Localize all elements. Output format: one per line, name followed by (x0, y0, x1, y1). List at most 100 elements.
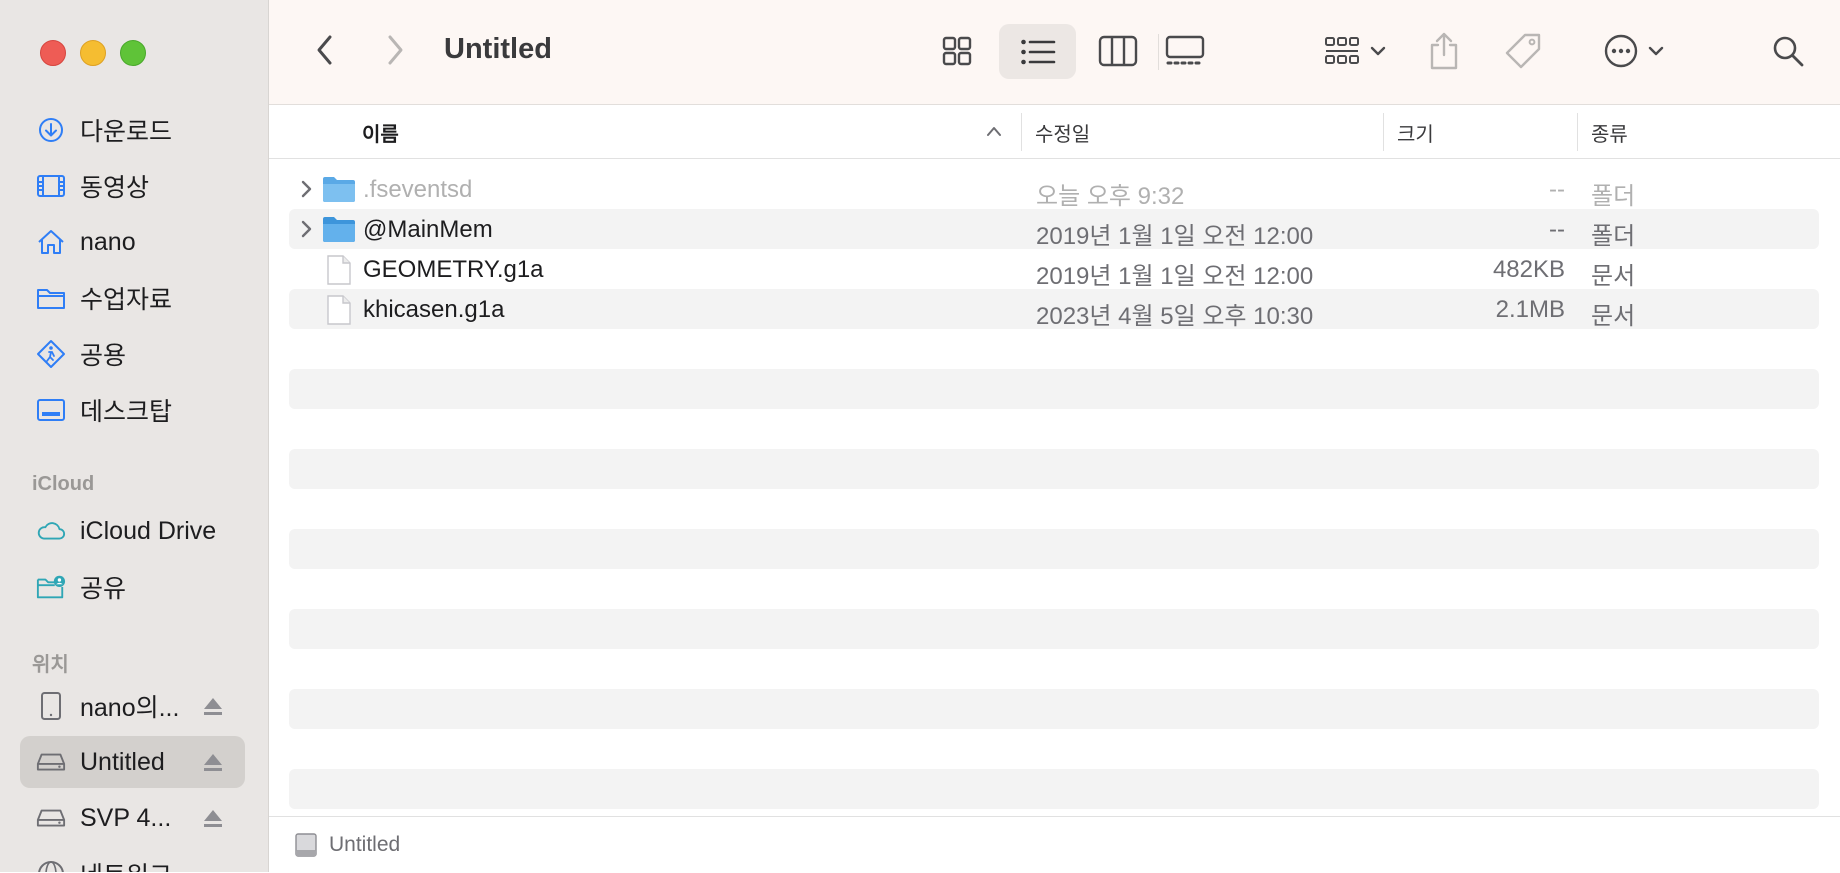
path-item[interactable]: Untitled (329, 833, 400, 857)
file-modified: 2019년 1월 1일 오전 12:00 (1036, 223, 1314, 250)
tag-button[interactable] (1495, 26, 1551, 76)
ellipsis-circle-icon (1604, 34, 1638, 68)
sidebar-item-network[interactable]: 네트워크 (20, 848, 245, 872)
sidebar-item-shared[interactable]: 공유 (20, 561, 245, 613)
eject-icon[interactable] (200, 693, 226, 719)
tag-icon (1505, 33, 1541, 69)
film-icon (36, 171, 66, 201)
file-modified: 오늘 오후 9:32 (1036, 183, 1185, 210)
sidebar-item-label: 공유 (80, 575, 127, 603)
minimize-window-button[interactable] (80, 40, 106, 66)
chevron-down-icon (1648, 46, 1664, 56)
document-icon (327, 255, 351, 285)
sidebar-item-downloads[interactable]: 다운로드 (20, 104, 245, 156)
empty-row (289, 689, 1819, 729)
sidebar-item-desktop[interactable]: 데스크탑 (20, 384, 245, 436)
empty-row (289, 769, 1819, 809)
file-row-khicasen[interactable]: khicasen.g1a 2023년 4월 5일 오후 10:30 2.1MB … (289, 289, 1819, 330)
sidebar-item-public[interactable]: 공용 (20, 328, 245, 380)
drive-icon (36, 747, 66, 777)
search-button[interactable] (1765, 28, 1811, 74)
download-icon (36, 115, 66, 145)
file-name: khicasen.g1a (363, 296, 505, 323)
document-icon (327, 295, 351, 325)
disclosure-chevron-icon[interactable] (299, 179, 313, 199)
folder-icon (323, 217, 355, 242)
back-button[interactable] (305, 30, 345, 70)
sidebar-item-ipad[interactable]: nano의... (20, 680, 245, 732)
column-size[interactable]: 크기 (1397, 118, 1434, 147)
group-by-button[interactable] (1315, 26, 1395, 76)
gallery-icon (1165, 35, 1205, 65)
sidebar-section-icloud: iCloud (32, 473, 95, 495)
sidebar-section-locations: 위치 (32, 654, 69, 676)
disclosure-chevron-icon[interactable] (299, 219, 313, 239)
folder-icon (36, 283, 66, 313)
column-separator[interactable] (1383, 113, 1384, 151)
column-kind[interactable]: 종류 (1591, 118, 1628, 147)
ipad-icon (36, 691, 66, 721)
sidebar-item-label: 네트워크 (80, 856, 172, 872)
sidebar-item-movies[interactable]: 동영상 (20, 160, 245, 212)
sidebar-item-label: SVP 4... (80, 803, 172, 832)
file-row-geometry[interactable]: GEOMETRY.g1a 2019년 1월 1일 오전 12:00 482KB … (289, 249, 1819, 290)
empty-row (289, 609, 1819, 649)
more-actions-button[interactable] (1591, 26, 1677, 76)
file-size: 482KB (1492, 256, 1565, 283)
sidebar-item-label: 공용 (80, 342, 127, 370)
file-kind: 폴더 (1591, 223, 1636, 250)
sidebar-item-untitled[interactable]: Untitled (20, 736, 245, 788)
gallery-view-button[interactable] (1157, 26, 1213, 76)
sidebar-item-label: 다운로드 (80, 118, 173, 146)
columns-icon (1098, 35, 1138, 67)
public-icon (36, 339, 66, 369)
sidebar-item-home[interactable]: nano (20, 216, 245, 268)
window-title: Untitled (444, 33, 552, 65)
file-size: -- (1549, 216, 1565, 243)
column-separator[interactable] (1021, 113, 1022, 151)
column-header: 이름 수정일 크기 종류 (269, 105, 1840, 159)
sidebar-item-label: nano의... (80, 694, 180, 722)
folder-icon (323, 177, 355, 202)
file-kind: 폴더 (1591, 183, 1636, 210)
file-name: GEOMETRY.g1a (363, 256, 544, 283)
sidebar-item-label: 수업자료 (80, 286, 173, 314)
zoom-window-button[interactable] (120, 40, 146, 66)
list-view-button[interactable] (999, 24, 1076, 79)
network-icon (36, 859, 66, 872)
close-window-button[interactable] (40, 40, 66, 66)
share-icon (1430, 32, 1458, 70)
search-icon (1773, 36, 1804, 67)
empty-row (289, 369, 1819, 409)
file-row-fseventsd[interactable]: .fseventsd 오늘 오후 9:32 -- 폴더 (289, 169, 1819, 210)
column-modified[interactable]: 수정일 (1035, 118, 1090, 147)
sidebar-item-label: 데스크탑 (80, 398, 173, 426)
list-icon (1020, 39, 1055, 64)
toolbar-divider (1158, 34, 1159, 70)
file-modified: 2023년 4월 5일 오후 10:30 (1036, 303, 1314, 330)
path-bar: Untitled (269, 816, 1840, 873)
sidebar-item-svp[interactable]: SVP 4... (20, 792, 245, 844)
column-name[interactable]: 이름 (362, 118, 399, 147)
desktop-icon (36, 395, 66, 425)
grid-icon (942, 36, 972, 66)
file-row-mainmem[interactable]: @MainMem 2019년 1월 1일 오전 12:00 -- 폴더 (289, 209, 1819, 250)
sidebar-item-class-materials[interactable]: 수업자료 (20, 272, 245, 324)
empty-row (289, 529, 1819, 569)
sort-ascending-icon (987, 127, 1001, 136)
sidebar-item-icloud-drive[interactable]: iCloud Drive (20, 505, 245, 557)
eject-icon[interactable] (200, 805, 226, 831)
column-view-button[interactable] (1092, 26, 1144, 76)
chevron-right-icon (388, 35, 403, 65)
share-button[interactable] (1419, 26, 1469, 76)
empty-row (289, 449, 1819, 489)
sidebar-item-label: 동영상 (80, 174, 150, 202)
group-icon (1325, 37, 1359, 64)
column-separator[interactable] (1577, 113, 1578, 151)
icon-view-button[interactable] (931, 26, 983, 76)
drive-icon (295, 833, 317, 857)
forward-button[interactable] (375, 30, 415, 70)
chevron-left-icon (317, 35, 332, 65)
eject-icon[interactable] (200, 749, 226, 775)
sidebar-item-label: iCloud Drive (80, 516, 217, 545)
